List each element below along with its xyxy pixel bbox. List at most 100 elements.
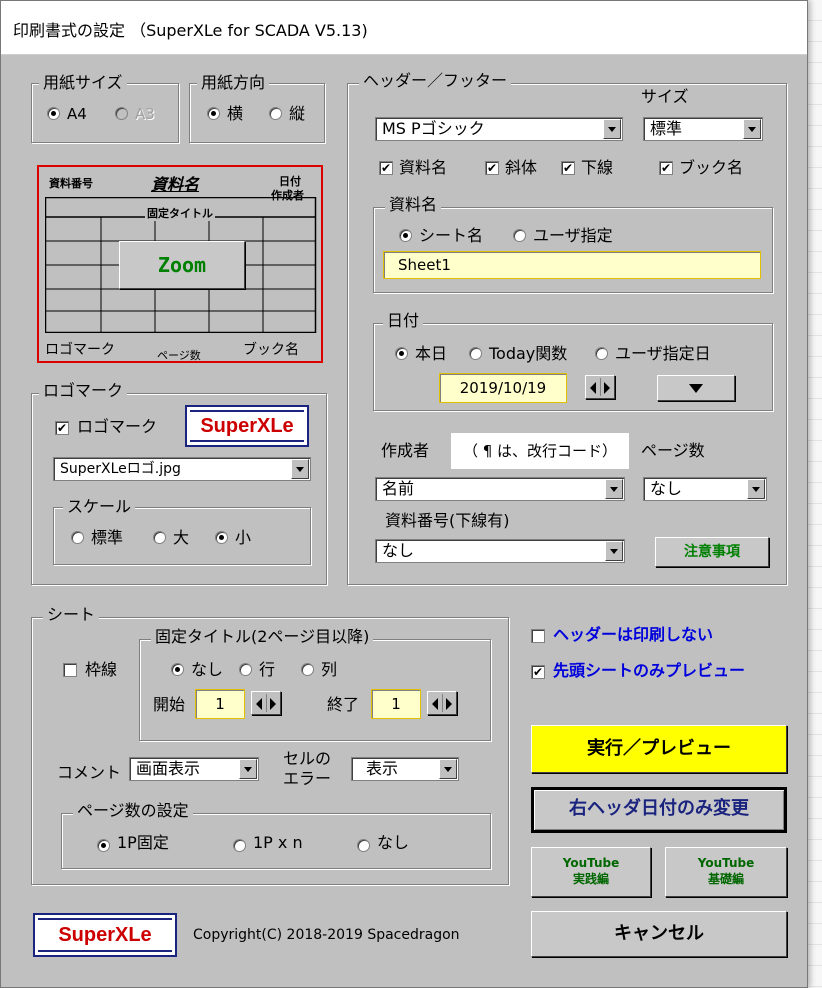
doc-name-sheet-radio[interactable]: [399, 229, 412, 242]
footer-logo-text: SuperXLe: [58, 924, 152, 946]
author-select[interactable]: 名前: [375, 477, 625, 501]
border-checkbox[interactable]: [63, 663, 77, 677]
first-sheet-preview-checkbox[interactable]: ✔: [531, 665, 545, 679]
doc-name-group: [373, 207, 773, 293]
doc-name-checkbox[interactable]: ✔: [379, 161, 393, 175]
doc-name-input[interactable]: Sheet1: [383, 251, 761, 279]
chevron-down-icon[interactable]: [291, 459, 309, 479]
preview-book-name: ブック名: [243, 342, 299, 358]
page-none-radio[interactable]: [357, 839, 370, 852]
no-header-print-checkbox[interactable]: [531, 629, 545, 643]
logo-file-value: SuperXLeロゴ.jpg: [60, 461, 181, 477]
preview-doc-number: 資料番号: [49, 177, 93, 190]
italic-checkbox[interactable]: ✔: [485, 161, 499, 175]
preview-fixed-title: 固定タイトル: [145, 205, 215, 221]
start-spinner[interactable]: [251, 691, 281, 715]
doc-name-checkbox-label: 資料名: [399, 158, 448, 177]
scale-standard-label: 標準: [91, 528, 124, 547]
doc-name-legend: 資料名: [385, 195, 442, 215]
notes-button[interactable]: 注意事項: [655, 537, 769, 567]
date-legend: 日付: [383, 311, 424, 331]
youtube-practice-button[interactable]: YouTube 実践編: [531, 847, 651, 897]
cancel-button[interactable]: キャンセル: [531, 911, 787, 957]
doc-name-user-radio[interactable]: [513, 229, 526, 242]
doc-number-value: なし: [382, 541, 415, 560]
header-footer-legend: ヘッダー／フッター: [359, 71, 512, 91]
date-today-label: 本日: [415, 344, 448, 363]
cell-error-select[interactable]: 表示: [351, 757, 459, 781]
youtube-basic-line2: 基礎編: [707, 872, 744, 886]
logo-file-select[interactable]: SuperXLeロゴ.jpg: [53, 457, 311, 481]
size-select[interactable]: 標準: [643, 117, 763, 141]
end-spinner[interactable]: [427, 691, 457, 715]
scale-standard-radio[interactable]: [71, 531, 84, 544]
paper-size-a3-radio[interactable]: [115, 107, 128, 120]
border-checkbox-label: 枠線: [85, 660, 118, 679]
title-bar: 印刷書式の設定 （SuperXLe for SCADA V5.13): [1, 1, 807, 55]
date-picker-button[interactable]: [657, 375, 735, 401]
pages-select[interactable]: なし: [643, 477, 767, 501]
run-preview-button[interactable]: 実行／プレビュー: [531, 725, 787, 773]
chevron-down-icon[interactable]: [605, 541, 623, 561]
chevron-down-icon[interactable]: [747, 479, 765, 499]
doc-number-select[interactable]: なし: [375, 539, 625, 563]
youtube-basic-button[interactable]: YouTube 基礎編: [665, 847, 787, 897]
chevron-down-icon[interactable]: [605, 479, 623, 499]
pages-label: ページ数: [641, 441, 705, 460]
date-user-label: ユーザ指定日: [615, 344, 711, 363]
right-header-date-button[interactable]: 右ヘッダ日付のみ変更: [531, 787, 787, 833]
sheet-legend: シート: [43, 605, 100, 625]
chevron-down-icon[interactable]: [603, 119, 621, 139]
comment-select[interactable]: 画面表示: [129, 757, 259, 781]
date-user-radio[interactable]: [595, 347, 608, 360]
date-spinner[interactable]: [585, 375, 615, 399]
orientation-landscape-label: 横: [227, 104, 244, 123]
orientation-portrait-radio[interactable]: [269, 107, 282, 120]
fixed-title-col-radio[interactable]: [301, 663, 314, 676]
layout-preview: 資料番号 資料名 日付 作成者 固定タイトル Zoom ロゴマーク ページ数 ブ…: [37, 165, 323, 363]
paper-size-a4-radio[interactable]: [47, 107, 60, 120]
orientation-landscape-radio[interactable]: [207, 107, 220, 120]
right-arrow-icon[interactable]: [604, 382, 610, 394]
page-fixed-radio[interactable]: [97, 839, 110, 852]
youtube-practice-line2: 実践編: [572, 872, 609, 886]
left-arrow-icon[interactable]: [256, 698, 262, 710]
logo-mark-checkbox[interactable]: ✔: [55, 421, 69, 435]
fixed-title-row-radio[interactable]: [239, 663, 252, 676]
chevron-down-icon[interactable]: [439, 759, 457, 779]
logo-mark-preview-text: SuperXLe: [200, 415, 294, 437]
italic-checkbox-label: 斜体: [505, 158, 538, 177]
fixed-title-end-input[interactable]: 1: [371, 689, 421, 719]
fixed-title-none-label: なし: [191, 660, 224, 679]
paper-size-legend: 用紙サイズ: [39, 73, 127, 93]
scale-small-radio[interactable]: [215, 531, 228, 544]
chevron-down-icon[interactable]: [239, 759, 257, 779]
fixed-title-legend: 固定タイトル(2ページ目以降): [151, 627, 374, 647]
date-input[interactable]: 2019/10/19: [439, 373, 567, 403]
underline-checkbox[interactable]: ✔: [561, 161, 575, 175]
left-arrow-icon[interactable]: [432, 698, 438, 710]
doc-name-user-label: ユーザ指定: [533, 226, 613, 245]
chevron-down-icon[interactable]: [743, 119, 761, 139]
print-settings-dialog: 印刷書式の設定 （SuperXLe for SCADA V5.13) 用紙サイズ…: [0, 0, 808, 988]
scale-large-radio[interactable]: [153, 531, 166, 544]
date-today-func-radio[interactable]: [469, 347, 482, 360]
date-today-radio[interactable]: [395, 347, 408, 360]
preview-logo-mark: ロゴマーク: [45, 342, 115, 358]
zoom-button[interactable]: Zoom: [119, 241, 245, 289]
page-multi-radio[interactable]: [233, 839, 246, 852]
copyright-text: Copyright(C) 2018-2019 Spacedragon: [193, 927, 460, 943]
fixed-title-start-input[interactable]: 1: [195, 689, 245, 719]
font-select[interactable]: MS Pゴシック: [375, 117, 623, 141]
right-arrow-icon[interactable]: [270, 698, 276, 710]
fixed-title-col-label: 列: [321, 660, 338, 679]
youtube-basic-line1: YouTube: [697, 856, 755, 870]
comment-label: コメント: [57, 763, 122, 782]
author-value: 名前: [382, 479, 415, 498]
fixed-title-none-radio[interactable]: [171, 663, 184, 676]
page-none-label: なし: [377, 833, 410, 852]
logo-mark-legend: ロゴマーク: [39, 381, 128, 401]
book-name-checkbox[interactable]: ✔: [659, 161, 673, 175]
left-arrow-icon[interactable]: [590, 382, 596, 394]
right-arrow-icon[interactable]: [446, 698, 452, 710]
